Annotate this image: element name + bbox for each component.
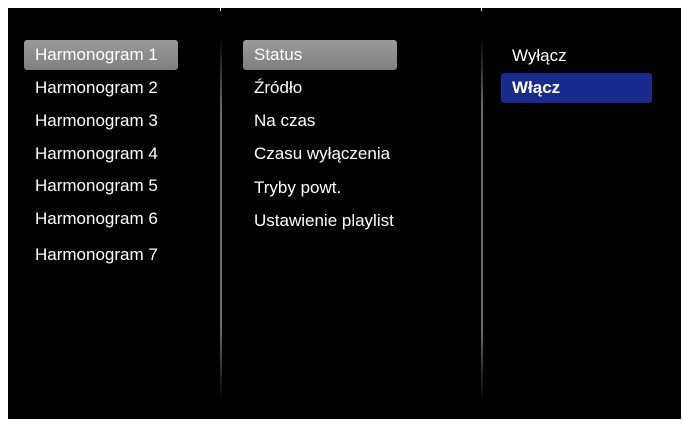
schedule-item-7[interactable]: Harmonogram 7 — [24, 240, 178, 270]
option-off[interactable]: Wyłącz — [501, 41, 652, 71]
settings-item-on-time[interactable]: Na czas — [243, 106, 443, 136]
options-list: Wyłącz Włącz — [488, 8, 681, 419]
schedule-list: Harmonogram 1 Harmonogram 2 Harmonogram … — [8, 8, 220, 419]
top-divider-tick — [220, 8, 221, 11]
settings-item-status[interactable]: Status — [243, 40, 397, 70]
schedule-item-6[interactable]: Harmonogram 6 — [24, 204, 178, 234]
settings-item-off-time[interactable]: Czasu wyłączenia — [243, 139, 463, 169]
schedule-item-2[interactable]: Harmonogram 2 — [24, 73, 178, 103]
schedule-item-3[interactable]: Harmonogram 3 — [24, 106, 178, 136]
column-divider — [220, 36, 222, 401]
schedule-item-1[interactable]: Harmonogram 1 — [24, 40, 178, 70]
schedule-item-5[interactable]: Harmonogram 5 — [24, 171, 178, 201]
settings-item-source[interactable]: Źródło — [243, 73, 443, 103]
schedule-item-4[interactable]: Harmonogram 4 — [24, 139, 178, 169]
column-divider — [481, 36, 483, 401]
option-on[interactable]: Włącz — [501, 73, 652, 103]
settings-list: Status Źródło Na czas Czasu wyłączenia T… — [226, 8, 482, 419]
osd-menu: Harmonogram 1 Harmonogram 2 Harmonogram … — [8, 8, 681, 419]
settings-item-repeat-modes[interactable]: Tryby powt. — [243, 173, 443, 203]
settings-item-playlist[interactable]: Ustawienie playlist — [243, 206, 473, 236]
